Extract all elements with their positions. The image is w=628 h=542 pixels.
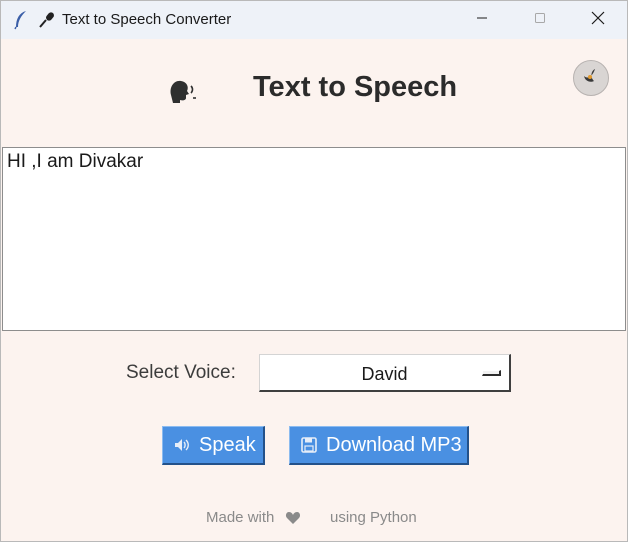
page-title: Text to Speech xyxy=(253,71,458,103)
speaking-head-icon xyxy=(168,77,198,105)
theme-toggle-button[interactable] xyxy=(573,60,609,96)
footer-made-with: Made with xyxy=(206,509,275,526)
footer-using-python: using Python xyxy=(330,509,417,526)
window-title: Text to Speech Converter xyxy=(62,11,232,28)
heart-icon xyxy=(285,511,301,525)
app-window: Text to Speech Converter Text to Speech xyxy=(0,0,628,542)
download-button-label: Download MP3 xyxy=(326,433,462,456)
minimize-icon xyxy=(476,11,488,29)
floppy-disk-icon xyxy=(300,436,318,454)
speaker-icon xyxy=(173,436,191,454)
voice-label: Select Voice: xyxy=(126,362,236,383)
close-button[interactable] xyxy=(569,1,627,39)
speak-button-label: Speak xyxy=(199,433,256,456)
speak-button[interactable]: Speak xyxy=(162,426,265,465)
voice-selected-value: David xyxy=(361,364,408,384)
download-mp3-button[interactable]: Download MP3 xyxy=(289,426,469,465)
crescent-moon-icon xyxy=(581,66,601,91)
close-icon xyxy=(591,11,605,30)
voice-select[interactable]: David xyxy=(259,354,511,392)
dropdown-indicator-icon[interactable] xyxy=(482,370,501,376)
maximize-icon xyxy=(534,11,546,29)
title-bar[interactable]: Text to Speech Converter xyxy=(1,1,627,39)
feather-icon xyxy=(13,10,29,30)
minimize-button[interactable] xyxy=(453,1,511,39)
maximize-button[interactable] xyxy=(511,1,569,39)
text-input-area[interactable]: HI ,I am Divakar xyxy=(2,147,626,331)
microphone-icon xyxy=(38,11,56,29)
